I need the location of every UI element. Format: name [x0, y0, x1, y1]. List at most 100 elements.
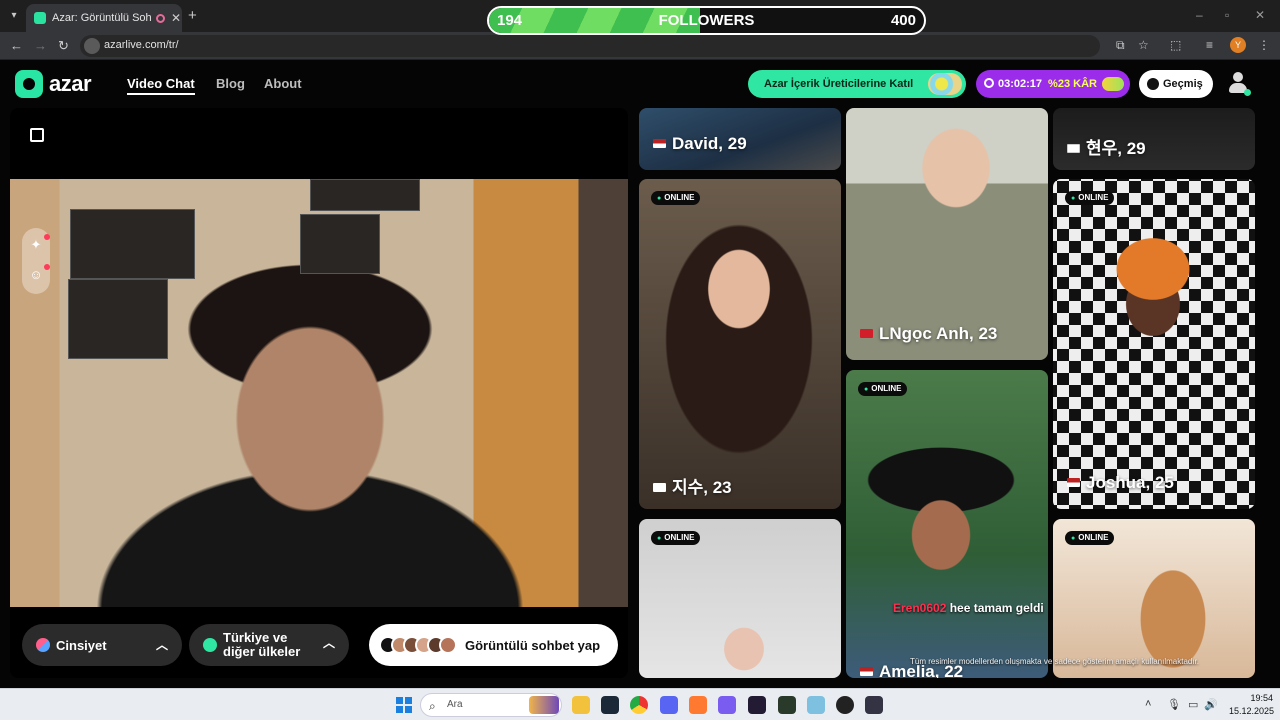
gender-icon	[36, 638, 50, 652]
online-badge: ONLINE	[1065, 531, 1115, 545]
coins-icon	[1102, 77, 1124, 91]
windows-start-icon[interactable]	[396, 697, 412, 713]
back-icon[interactable]: ←	[10, 38, 23, 53]
gender-label: Cinsiyet	[56, 637, 107, 653]
profile-name: Joshua, 25	[1086, 473, 1174, 492]
recording-icon	[156, 13, 165, 23]
followers-goal: 400	[890, 12, 916, 29]
profile-name: 현우, 29	[1086, 139, 1146, 158]
window-close-icon[interactable]: ✕	[1255, 8, 1265, 22]
game-controller-icon[interactable]	[718, 696, 736, 714]
profile-card[interactable]: ONLINE 지수, 23	[639, 179, 841, 509]
extensions-icon[interactable]: ⬚	[1170, 38, 1181, 52]
profile-card[interactable]: 현우, 29	[1053, 108, 1255, 170]
country-filter-button[interactable]: Türkiye ve diğer ülkeler ︿	[189, 624, 349, 666]
azar-logo-text: azar	[49, 71, 92, 96]
followers-goal-bar: 194 FOLLOWERS 400	[487, 6, 926, 35]
tab-close-icon[interactable]: ✕	[171, 11, 181, 25]
user-avatars-stack	[379, 636, 457, 654]
bonus-timer: 03:02:17	[998, 78, 1043, 90]
chrome-icon[interactable]	[630, 696, 648, 714]
profile-name: LNgọc Anh, 23	[879, 324, 998, 343]
site-info-icon[interactable]	[84, 38, 100, 54]
minimize-icon[interactable]: –	[1196, 8, 1203, 22]
profile-name: 지수, 23	[672, 478, 732, 497]
azar-logo-icon	[15, 70, 43, 98]
taskbar-date[interactable]: 15.12.2025	[1224, 706, 1274, 716]
steam-icon[interactable]	[601, 696, 619, 714]
history-label: Geçmiş	[1163, 78, 1203, 90]
tab-list-chevron-icon[interactable]: ▾	[6, 8, 22, 24]
nav-blog[interactable]: Blog	[216, 76, 245, 91]
file-explorer-icon[interactable]	[572, 696, 590, 714]
address-bar-row: ← → ↻ azarlive.com/tr/ ⧉ ☆ ⬚ ≡ Y ⋮	[0, 32, 1280, 60]
effects-sparkle-icon[interactable]: ✦	[29, 238, 43, 252]
profile-card[interactable]: LNgọc Anh, 23	[846, 108, 1048, 360]
premiere-icon[interactable]	[748, 696, 766, 714]
history-icon	[1147, 78, 1159, 90]
bonus-percent: %23 KÂR	[1048, 78, 1097, 90]
browser-tab[interactable]: Azar: Görüntülü Sohbet, Yeni ✕	[26, 4, 182, 32]
app-a-icon[interactable]	[689, 696, 707, 714]
network-icon[interactable]: ▭	[1188, 698, 1198, 711]
webcam-feed	[10, 179, 628, 607]
profile-card[interactable]: ONLINE	[639, 519, 841, 678]
followers-label: FOLLOWERS	[658, 12, 755, 29]
url-field[interactable]: azarlive.com/tr/	[80, 35, 1100, 57]
microphone-icon[interactable]: 🎙	[1167, 698, 1181, 711]
globe-icon	[203, 638, 217, 652]
chat-username: Eren0602	[893, 601, 947, 615]
obs-icon[interactable]	[836, 696, 854, 714]
gender-filter-button[interactable]: Cinsiyet ︿	[22, 624, 182, 666]
discord-icon[interactable]	[660, 696, 678, 714]
online-badge: ONLINE	[1065, 191, 1115, 205]
maximize-icon[interactable]: ▫	[1225, 8, 1229, 22]
app-blue-icon[interactable]	[807, 696, 825, 714]
taskbar-search[interactable]: ⌕ Ara	[420, 693, 562, 717]
nav-about[interactable]: About	[264, 76, 302, 91]
url-text: azarlive.com/tr/	[104, 39, 179, 51]
fullscreen-icon[interactable]	[30, 128, 44, 142]
search-icon: ⌕	[429, 699, 436, 713]
profile-card[interactable]: ONLINE Amelia, 22	[846, 370, 1048, 678]
media-icon[interactable]: ≡	[1206, 38, 1213, 52]
start-video-chat-button[interactable]: Görüntülü sohbet yap	[369, 624, 618, 666]
app-window-icon[interactable]	[865, 696, 883, 714]
volume-icon[interactable]: 🔊	[1204, 698, 1218, 711]
bookmark-star-icon[interactable]: ☆	[1138, 38, 1149, 52]
profile-card[interactable]: ONLINE	[1053, 519, 1255, 678]
tray-chevron-icon[interactable]: ˄	[1145, 698, 1151, 710]
bonus-timer-button[interactable]: 03:02:17 %23 KÂR	[976, 70, 1130, 98]
forward-icon[interactable]: →	[34, 38, 47, 53]
search-highlight-icon	[529, 696, 559, 714]
nav-video-chat[interactable]: Video Chat	[127, 76, 195, 95]
face-filter-icon[interactable]: ☺	[29, 268, 43, 282]
chat-text: hee tamam geldi	[949, 601, 1044, 615]
profile-card[interactable]: David, 29	[639, 108, 841, 170]
stream-chat-message: Eren0602 hee tamam geldi	[893, 601, 1044, 615]
history-button[interactable]: Geçmiş	[1139, 70, 1213, 98]
join-creators-label: Azar İçerik Üreticilerine Katıl	[764, 78, 914, 90]
azar-logo[interactable]: azar	[15, 70, 92, 98]
images-disclaimer: Tüm resimler modellerden oluşmakta ve sa…	[910, 657, 1200, 666]
tab-title: Azar: Görüntülü Sohbet, Yeni	[52, 12, 152, 24]
reload-icon[interactable]: ↻	[58, 38, 69, 54]
profile-card[interactable]: ONLINE Joshua, 25	[1053, 179, 1255, 509]
new-tab-icon[interactable]: +	[188, 7, 197, 24]
profile-name: David, 29	[672, 134, 747, 153]
browser-profile-avatar[interactable]: Y	[1230, 37, 1246, 53]
chevron-up-icon: ︿	[155, 638, 168, 652]
join-creators-button[interactable]: Azar İçerik Üreticilerine Katıl	[748, 70, 966, 98]
video-preview-panel: ✦ ☺	[10, 108, 628, 678]
account-avatar-icon[interactable]	[1228, 72, 1251, 96]
online-badge: ONLINE	[651, 191, 701, 205]
windows-taskbar: ⌕ Ara ˄ 🎙 ▭ 🔊 19:54 15.12.2025	[0, 688, 1280, 720]
start-video-chat-label: Görüntülü sohbet yap	[465, 637, 601, 653]
online-badge: ONLINE	[858, 382, 908, 396]
app-dark-icon[interactable]	[778, 696, 796, 714]
cast-icon[interactable]: ⧉	[1116, 38, 1125, 53]
browser-menu-icon[interactable]: ⋮	[1258, 38, 1270, 52]
timer-clock-icon	[984, 78, 994, 88]
effects-toolbar: ✦ ☺	[22, 228, 50, 294]
taskbar-time[interactable]: 19:54	[1243, 693, 1273, 703]
